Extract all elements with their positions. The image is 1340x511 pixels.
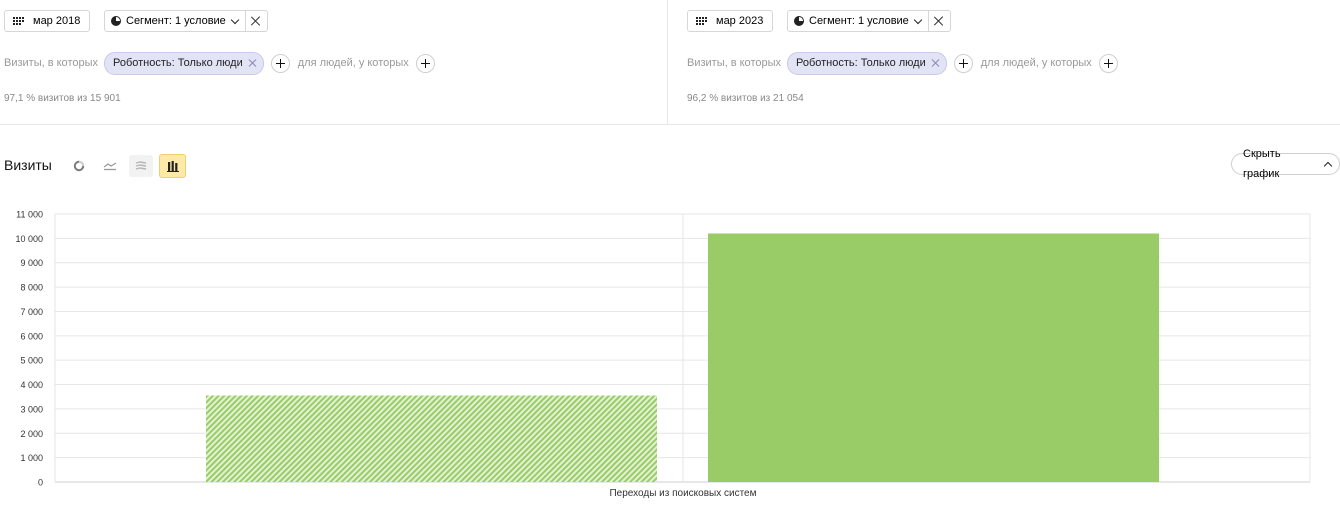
y-tick-label: 11 000 (16, 210, 43, 220)
hide-chart-button[interactable]: Скрыть график (1231, 148, 1340, 180)
period-label: мар 2023 (716, 15, 764, 27)
bar-chart-icon[interactable] (159, 154, 186, 178)
pie-icon (794, 16, 804, 26)
chip-label: Роботность: Только люди (796, 57, 926, 69)
segment-button[interactable]: Сегмент: 1 условие (105, 11, 246, 31)
people-label: для людей, у которых (980, 57, 1092, 69)
chip-remove-icon[interactable] (932, 59, 940, 67)
segment-selector-right: Сегмент: 1 условие (787, 10, 951, 32)
add-visit-condition-button[interactable] (270, 53, 290, 73)
segment-panel-left: мар 2018 Сегмент: 1 условие Визиты, в ко… (0, 0, 668, 124)
segment-label: Сегмент: 1 условие (809, 15, 909, 27)
close-icon (251, 16, 261, 26)
visits-share: 97,1 % визитов из 15 901 (4, 93, 121, 104)
chip-remove-icon[interactable] (249, 59, 257, 67)
condition-row-right: Визиты, в которых Роботность: Только люд… (687, 51, 1126, 75)
add-visit-condition-button[interactable] (953, 53, 973, 73)
pie-chart-icon[interactable] (67, 155, 91, 177)
chevron-down-icon (230, 15, 240, 24)
calendar-icon (696, 17, 708, 25)
bar-period-2[interactable] (708, 233, 1159, 482)
condition-chip[interactable]: Роботность: Только люди (104, 51, 264, 75)
calendar-icon (13, 17, 25, 25)
y-tick-label: 6 000 (20, 331, 43, 341)
people-label: для людей, у которых (297, 57, 409, 69)
add-people-condition-button[interactable] (415, 53, 435, 73)
close-icon (934, 16, 944, 26)
y-tick-label: 9 000 (20, 258, 43, 268)
divider (0, 124, 1340, 125)
x-axis-category-label: Переходы из поисковых систем (609, 488, 756, 499)
y-tick-label: 10 000 (15, 234, 43, 244)
condition-chip[interactable]: Роботность: Только люди (787, 51, 947, 75)
y-tick-label: 7 000 (20, 307, 43, 317)
segment-button[interactable]: Сегмент: 1 условие (788, 11, 929, 31)
line-chart-icon[interactable] (98, 155, 122, 177)
bar-period-1[interactable] (206, 395, 657, 482)
y-tick-label: 8 000 (20, 283, 43, 293)
chart-title: Визиты (4, 157, 52, 173)
period-button-right[interactable]: мар 2023 (687, 10, 774, 32)
pie-icon (111, 16, 121, 26)
segment-panel-right: мар 2023 Сегмент: 1 условие Визиты, в ко… (668, 0, 1340, 124)
y-tick-label: 4 000 (20, 380, 43, 390)
condition-row-left: Визиты, в которых Роботность: Только люд… (4, 51, 443, 75)
period-label: мар 2018 (33, 15, 81, 27)
segment-clear-button[interactable] (246, 11, 267, 31)
hide-chart-label: Скрыть график (1243, 148, 1281, 180)
y-tick-label: 3 000 (20, 404, 43, 414)
chip-label: Роботность: Только люди (113, 57, 243, 69)
segment-clear-button[interactable] (929, 11, 950, 31)
add-people-condition-button[interactable] (1098, 53, 1118, 73)
y-tick-label: 1 000 (20, 453, 43, 463)
visits-prefix: Визиты, в которых (687, 57, 781, 69)
y-tick-label: 0 (38, 478, 43, 488)
y-tick-label: 5 000 (20, 356, 43, 366)
visits-prefix: Визиты, в которых (4, 57, 98, 69)
visits-share: 96,2 % визитов из 21 054 (687, 93, 804, 104)
y-tick-label: 2 000 (20, 429, 43, 439)
segment-label: Сегмент: 1 условие (126, 15, 226, 27)
stacked-area-icon[interactable] (129, 155, 153, 177)
segment-selector-left: Сегмент: 1 условие (104, 10, 268, 32)
chevron-down-icon (913, 15, 923, 24)
period-button-left[interactable]: мар 2018 (4, 10, 91, 32)
chevron-up-icon (1323, 161, 1333, 170)
visits-bar-chart: 0 1 000 2 000 3 000 4 000 5 000 6 000 7 000 8 00… (15, 210, 1311, 499)
